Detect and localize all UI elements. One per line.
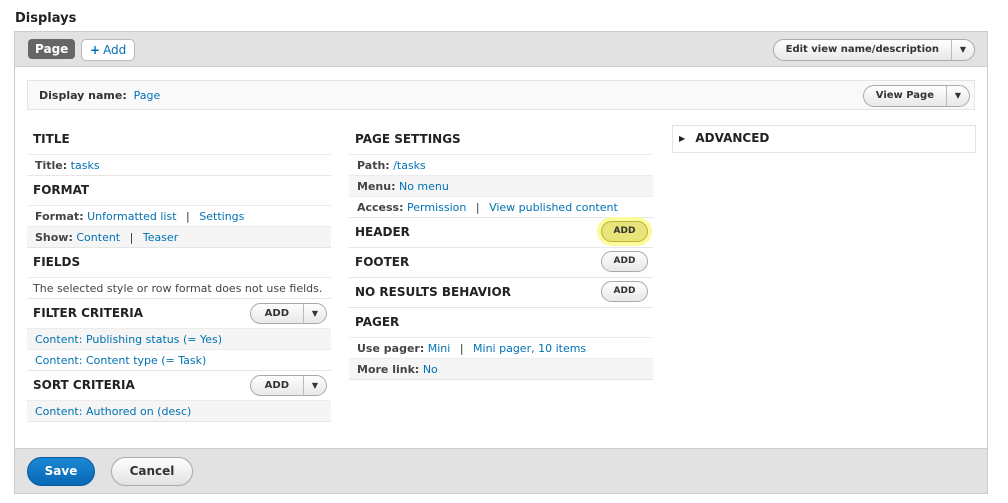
add-filter-button[interactable]: Add ▼ [249,303,327,324]
show-key: Show: [35,231,73,244]
menu-row: Menu: No menu [349,175,653,196]
section-title: FILTER CRITERIA Add ▼ [27,299,331,328]
use-pager-value-link[interactable]: Mini [428,342,451,355]
displays-panel: Page + Add Edit view name/description ▼ D… [14,31,988,449]
pager-options-link[interactable]: Mini pager, 10 items [473,342,586,355]
path-key: Path: [357,159,390,172]
column-right: ▶ ADVANCED [672,125,976,153]
displays-tab-bar: Page + Add Edit view name/description ▼ [15,32,987,67]
column-left: TITLE Title: tasks FORMAT Format: Unform… [27,125,331,422]
section-title-label: FOOTER [355,255,410,269]
header-section: HEADER Add [349,218,653,248]
more-link-value-link[interactable]: No [423,363,438,376]
add-display-label: Add [103,43,127,57]
tab-page[interactable]: Page [28,39,76,59]
section-title: TITLE [33,132,70,146]
dropdown-caret-icon[interactable]: ▼ [304,304,326,323]
pager-section: PAGER Use pager: Mini | Mini pager, 10 i… [349,308,653,380]
filter-criteria-section: FILTER CRITERIA Add ▼ Content: Publishin… [27,299,331,371]
display-name-label: Display name: [39,89,127,102]
more-link-row: More link: No [349,358,653,379]
section-title-label: FILTER CRITERIA [33,306,144,320]
format-value-link[interactable]: Unformatted list [87,210,176,223]
edit-view-name-label[interactable]: Edit view name/description [774,40,952,60]
add-display-button[interactable]: + Add [81,39,136,61]
dropdown-caret-icon[interactable]: ▼ [947,86,969,106]
separator: | [475,201,480,214]
section-title: PAGE SETTINGS [355,132,461,146]
filter-item-link[interactable]: Content: Content type (= Task) [35,354,206,367]
section-title: FOOTER Add [349,248,653,277]
section-title-label: NO RESULTS BEHAVIOR [355,285,511,299]
more-link-key: More link: [357,363,420,376]
section-title-label: HEADER [355,225,410,239]
plus-icon: + [90,43,101,57]
access-value-link[interactable]: Permission [407,201,466,214]
title-key: Title: [35,159,68,172]
add-filter-label[interactable]: Add [251,304,304,323]
format-section: FORMAT Format: Unformatted list | Settin… [27,176,331,248]
fields-section: FIELDS The selected style or row format … [27,248,331,299]
section-title: NO RESULTS BEHAVIOR Add [349,278,653,307]
section-title: SORT CRITERIA Add ▼ [27,371,331,400]
menu-key: Menu: [357,180,396,193]
add-sort-label[interactable]: Add [251,376,304,395]
page-settings-section: PAGE SETTINGS Path: /tasks Menu: No menu… [349,125,653,218]
display-name-field: Display name: Page [39,89,160,102]
show-value-link[interactable]: Content [76,231,120,244]
separator: | [186,210,190,223]
section-title: FORMAT [33,183,90,197]
add-footer-button[interactable]: Add [601,251,648,272]
show-teaser-link[interactable]: Teaser [143,231,178,244]
format-row: Format: Unformatted list | Settings [27,205,331,226]
filter-item-link[interactable]: Content: Publishing status (= Yes) [35,333,222,346]
add-no-results-button[interactable]: Add [601,281,648,302]
separator: | [129,231,134,244]
add-header-button[interactable]: Add [601,221,648,242]
list-item: Content: Publishing status (= Yes) [27,328,331,349]
separator: | [459,342,464,355]
display-name-bar: Display name: Page View Page ▼ [27,80,975,110]
edit-view-name-button[interactable]: Edit view name/description ▼ [772,39,975,61]
title-row: Title: tasks [27,154,331,175]
cancel-button[interactable]: Cancel [111,457,193,486]
title-section: TITLE Title: tasks [27,125,331,176]
format-key: Format: [35,210,84,223]
use-pager-key: Use pager: [357,342,425,355]
use-pager-row: Use pager: Mini | Mini pager, 10 items [349,337,653,358]
title-value-link[interactable]: tasks [71,159,100,172]
section-title: PAGER [355,315,400,329]
show-row: Show: Content | Teaser [27,226,331,247]
list-item: Content: Content type (= Task) [27,349,331,370]
format-settings-link[interactable]: Settings [199,210,244,223]
dropdown-caret-icon[interactable]: ▼ [304,376,326,395]
list-item: Content: Authored on (desc) [27,400,331,421]
section-title: HEADER Add [349,218,653,247]
section-title-label: SORT CRITERIA [33,378,135,392]
display-name-link[interactable]: Page [134,89,161,102]
advanced-label: ADVANCED [695,131,770,145]
sort-criteria-section: SORT CRITERIA Add ▼ Content: Authored on… [27,371,331,422]
path-value-link[interactable]: /tasks [393,159,426,172]
form-actions-bar: Save Cancel [14,449,988,494]
access-key: Access: [357,201,404,214]
path-row: Path: /tasks [349,154,653,175]
access-row: Access: Permission | View published cont… [349,196,653,217]
fields-note: The selected style or row format does no… [27,277,331,298]
view-page-button[interactable]: View Page ▼ [862,85,970,107]
section-title: FIELDS [33,255,81,269]
expand-triangle-icon: ▶ [679,134,686,143]
view-page-label[interactable]: View Page [864,86,947,106]
column-middle: PAGE SETTINGS Path: /tasks Menu: No menu… [349,125,653,380]
no-results-section: NO RESULTS BEHAVIOR Add [349,278,653,308]
dropdown-caret-icon[interactable]: ▼ [952,40,974,60]
footer-section: FOOTER Add [349,248,653,278]
access-permission-link[interactable]: View published content [489,201,618,214]
advanced-toggle[interactable]: ▶ ADVANCED [672,125,976,153]
save-button[interactable]: Save [27,457,95,486]
menu-value-link[interactable]: No menu [399,180,449,193]
add-sort-button[interactable]: Add ▼ [249,375,327,396]
sort-item-link[interactable]: Content: Authored on (desc) [35,405,191,418]
displays-heading: Displays [15,11,77,26]
